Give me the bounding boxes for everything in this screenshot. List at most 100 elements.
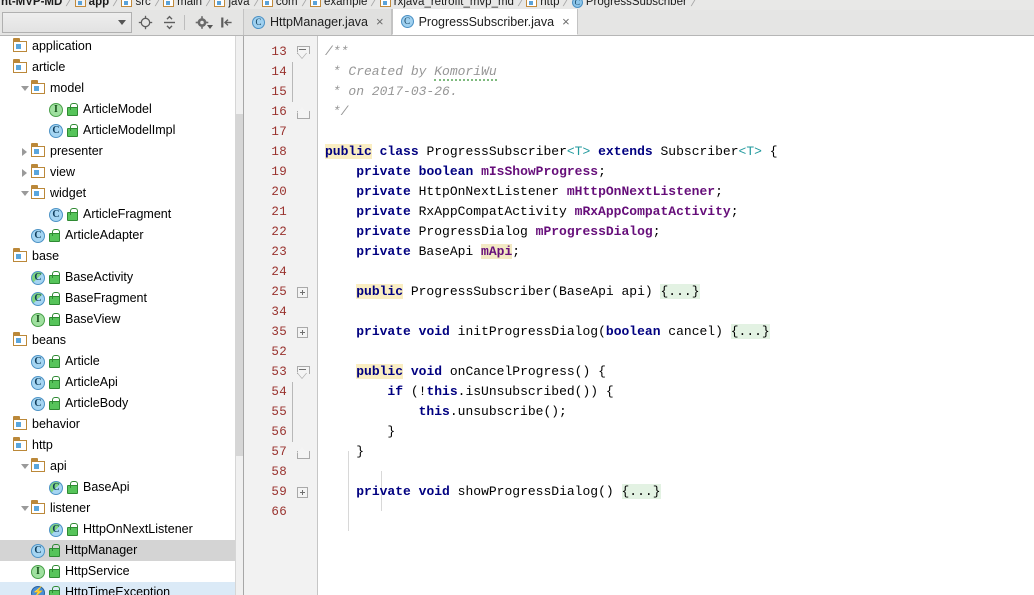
code-line[interactable]: 56 } [244,422,1034,442]
fold-collapse-icon[interactable] [287,42,317,62]
code-line[interactable]: 23 private BaseApi mApi; [244,242,1034,262]
code-line[interactable]: 54 if (!this.isUnsubscribed()) { [244,382,1034,402]
code-line[interactable]: 55 this.unsubscribe(); [244,402,1034,422]
editor-tab[interactable]: C HttpManager.java × [243,9,392,35]
tree-item-httpservice[interactable]: I HttpService [0,561,235,582]
tree-item-article[interactable]: C Article [0,351,235,372]
editor-tab[interactable]: C ProgressSubscriber.java × [391,9,578,35]
tree-item-http[interactable]: http [0,435,235,456]
unlocked-icon [66,481,78,494]
fold-expand-icon[interactable] [287,482,317,502]
code-line[interactable]: 18 public class ProgressSubscriber<T> ext… [244,142,1034,162]
tree-item-baseactivity[interactable]: C BaseActivity [0,267,235,288]
code-line[interactable]: 14 * Created by KomoriWu [244,62,1034,82]
tree-item-api[interactable]: api [0,456,235,477]
tree-item-articlefragment[interactable]: C ArticleFragment [0,204,235,225]
chevron-down-icon[interactable] [18,456,31,477]
code-line[interactable]: 21 private RxAppCompatActivity mRxAppCom… [244,202,1034,222]
tree-item-articlemodelimpl[interactable]: C ArticleModelImpl [0,120,235,141]
code-text: * Created by KomoriWu [325,64,497,81]
fold-collapse-icon[interactable] [287,362,317,382]
module-selector-dropdown[interactable] [2,12,132,33]
project-tree[interactable]: application article model I ArticleModel C Art… [0,36,235,595]
breadcrumb-item[interactable]: main [163,0,202,10]
code-line[interactable]: 13 /** [244,42,1034,62]
tree-item-widget[interactable]: widget [0,183,235,204]
code-line[interactable]: 52 [244,342,1034,362]
tree-item-basefragment[interactable]: C BaseFragment [0,288,235,309]
fold-expand-icon[interactable] [287,322,317,342]
tree-item-view[interactable]: view [0,162,235,183]
unlocked-icon [48,397,60,410]
chevron-down-icon[interactable] [18,498,31,519]
tree-item-httptimeexception[interactable]: ⚡ HttpTimeException [0,582,235,595]
collapse-all-icon[interactable] [158,12,180,34]
tree-item-articleadapter[interactable]: C ArticleAdapter [0,225,235,246]
folder-icon [30,164,45,178]
folder-icon [12,437,27,451]
code-line[interactable]: 58 [244,462,1034,482]
code-line[interactable]: 53 public void onCancelProgress() { [244,362,1034,382]
tree-item-behavior[interactable]: behavior [0,414,235,435]
tree-item-httpmanager[interactable]: C HttpManager [0,540,235,561]
tree-item-listener[interactable]: listener [0,498,235,519]
unlocked-icon [48,292,60,305]
close-icon[interactable]: × [562,15,570,28]
code-line[interactable]: 16 */ [244,102,1034,122]
project-tree-scrollbar[interactable] [235,36,244,595]
line-number: 57 [271,445,287,459]
breadcrumb-item[interactable]: app [74,0,109,10]
code-line[interactable]: 34 [244,302,1034,322]
code-text: private boolean mIsShowProgress; [356,164,606,179]
tree-item-presenter[interactable]: presenter [0,141,235,162]
breadcrumb-item[interactable]: C ProgressSubscriber [571,0,687,10]
code-line[interactable]: 22 private ProgressDialog mProgressDialo… [244,222,1034,242]
line-number: 24 [271,265,287,279]
code-line[interactable]: 57 } [244,442,1034,462]
class-icon: C [49,207,63,222]
line-number: 53 [271,365,287,379]
code-line[interactable]: 19 private boolean mIsShowProgress; [244,162,1034,182]
code-line[interactable]: 24 [244,262,1034,282]
tree-item-base[interactable]: base [0,246,235,267]
tree-item-application[interactable]: application [0,36,235,57]
code-line[interactable]: 25 public ProgressSubscriber(BaseApi api… [244,282,1034,302]
code-line[interactable]: 66 [244,502,1034,522]
breadcrumb-separator: / [111,0,120,9]
chevron-down-icon[interactable] [18,183,31,204]
tree-item-beans[interactable]: beans [0,330,235,351]
breadcrumb-item[interactable]: src [121,0,151,10]
tree-item-articleapi[interactable]: C ArticleApi [0,372,235,393]
breadcrumb-item[interactable]: nt-MVP-MD [1,0,62,10]
tree-item-article[interactable]: article [0,57,235,78]
tree-item-label: ArticleAdapter [65,228,144,242]
code-line[interactable]: 59 private void showProgressDialog() {..… [244,482,1034,502]
settings-gear-icon[interactable] [191,12,213,34]
code-line[interactable]: 17 [244,122,1034,142]
tree-item-baseapi[interactable]: C BaseApi [0,477,235,498]
abstract-class-icon: C [49,480,63,495]
code-text: } [325,424,396,439]
tree-item-httponnextlistener[interactable]: C HttpOnNextListener [0,519,235,540]
tree-item-model[interactable]: model [0,78,235,99]
chevron-right-icon[interactable] [18,141,31,162]
code-editor[interactable]: 13/** 14 * Created by KomoriWu 15 * on 201… [244,36,1034,595]
code-line[interactable]: 35 private void initProgressDialog(boole… [244,322,1034,342]
hide-panel-icon[interactable] [215,12,237,34]
fold-collapse-icon[interactable] [287,442,317,462]
tree-item-articlemodel[interactable]: I ArticleModel [0,99,235,120]
tree-item-baseview[interactable]: I BaseView [0,309,235,330]
fold-expand-icon[interactable] [287,282,317,302]
code-line[interactable]: 20 private HttpOnNextListener mHttpOnNex… [244,182,1034,202]
chevron-right-icon[interactable] [18,162,31,183]
close-icon[interactable]: × [376,15,384,28]
tree-item-articlebody[interactable]: C ArticleBody [0,393,235,414]
code-line[interactable]: 15 * on 2017-03-26. [244,82,1034,102]
chevron-down-icon[interactable] [18,78,31,99]
locate-in-tree-icon[interactable] [134,12,156,34]
fold-collapse-icon[interactable] [287,102,317,122]
